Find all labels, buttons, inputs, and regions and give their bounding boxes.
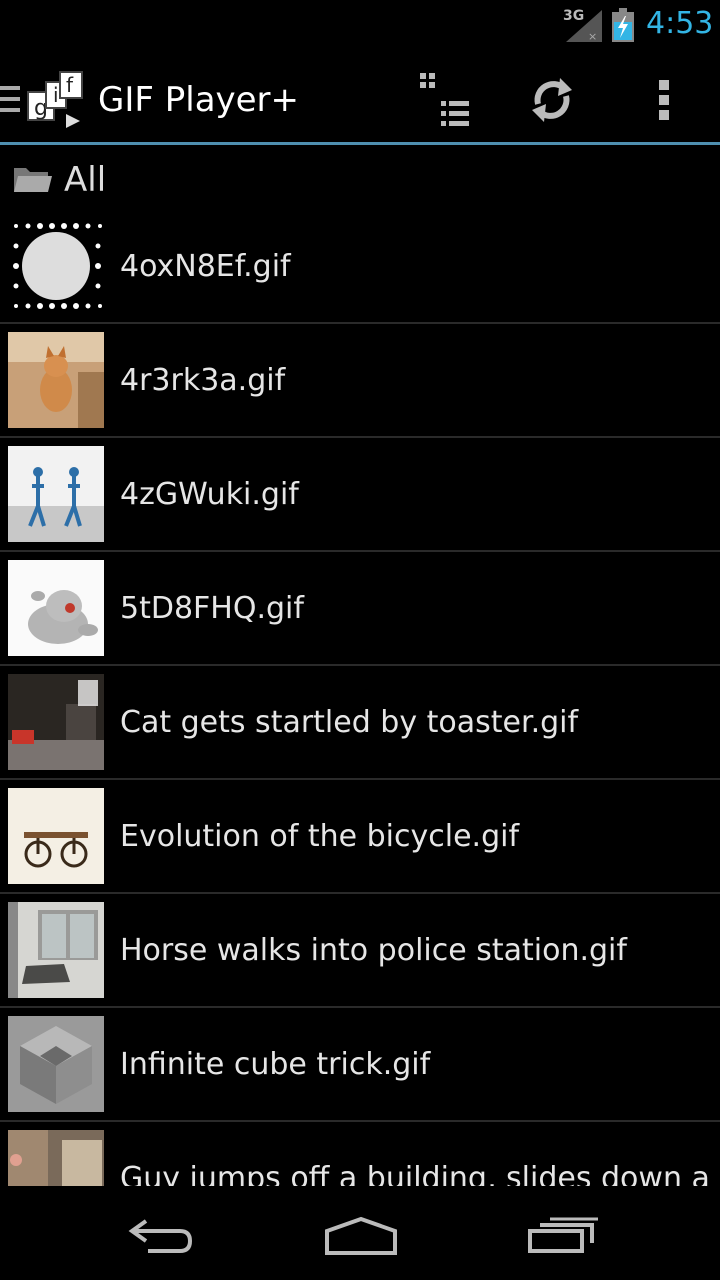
thumbnail-dog (8, 332, 104, 428)
clock: 4:53 (646, 6, 714, 41)
refresh-button[interactable] (520, 68, 584, 132)
list-item[interactable]: Evolution of the bicycle.gif (0, 780, 720, 894)
thumbnail-lobby (8, 902, 104, 998)
file-name: 4r3rk3a.gif (120, 363, 286, 398)
file-name: Evolution of the bicycle.gif (120, 819, 520, 854)
refresh-icon (532, 78, 572, 122)
folder-label: All (64, 160, 107, 200)
recent-apps-button[interactable] (508, 1200, 618, 1270)
view-toggle-button[interactable] (414, 68, 478, 132)
back-button[interactable] (106, 1200, 216, 1270)
thumbnail-bicycle (8, 788, 104, 884)
thumbnail-cube (8, 1016, 104, 1112)
list-item[interactable]: Cat gets startled by toaster.gif (0, 666, 720, 780)
thumbnail-building (8, 1130, 104, 1186)
thumbnail-plush-toy (8, 560, 104, 656)
overflow-menu-icon (659, 80, 669, 120)
home-button[interactable] (306, 1200, 416, 1270)
overflow-menu-button[interactable] (632, 68, 696, 132)
svg-text:×: × (588, 30, 597, 42)
thumbnail-robots (8, 446, 104, 542)
list-item[interactable]: Horse walks into police station.gif (0, 894, 720, 1008)
list-item[interactable]: Infinite cube trick.gif (0, 1008, 720, 1122)
svg-text:f: f (66, 73, 74, 97)
svg-text:i: i (53, 83, 59, 107)
thumbnail-kitchen (8, 674, 104, 770)
list-item[interactable]: 4oxN8Ef.gif (0, 210, 720, 324)
file-name: Guy jumps off a building, slides down a (120, 1161, 710, 1186)
app-title: GIF Player+ (98, 80, 300, 120)
list-item[interactable]: Guy jumps off a building, slides down a (0, 1122, 720, 1186)
file-list[interactable]: 4oxN8Ef.gif 4r3rk3a.gif 4zGWuki.gif 5tD8… (0, 210, 720, 1186)
signal-icon: × (566, 10, 602, 42)
file-name: 4oxN8Ef.gif (120, 249, 291, 284)
file-name: 4zGWuki.gif (120, 477, 299, 512)
list-item[interactable]: 4r3rk3a.gif (0, 324, 720, 438)
back-icon (128, 1219, 193, 1253)
file-name: Cat gets startled by toaster.gif (120, 705, 579, 740)
recent-apps-icon (528, 1217, 598, 1253)
action-bar-divider (0, 142, 720, 145)
app-logo-icon[interactable]: g i f (26, 70, 88, 130)
battery-charging-icon (612, 8, 634, 42)
grid-list-icon (420, 73, 469, 126)
list-item[interactable]: 4zGWuki.gif (0, 438, 720, 552)
file-name: Infinite cube trick.gif (120, 1047, 431, 1082)
drawer-indicator-icon[interactable] (0, 84, 20, 114)
folder-breadcrumb[interactable] (0, 150, 720, 210)
folder-icon (14, 168, 52, 192)
file-name: 5tD8FHQ.gif (120, 591, 304, 626)
file-name: Horse walks into police station.gif (120, 933, 627, 968)
home-icon (325, 1216, 397, 1255)
list-item[interactable]: 5tD8FHQ.gif (0, 552, 720, 666)
thumbnail-halftone (8, 218, 104, 314)
